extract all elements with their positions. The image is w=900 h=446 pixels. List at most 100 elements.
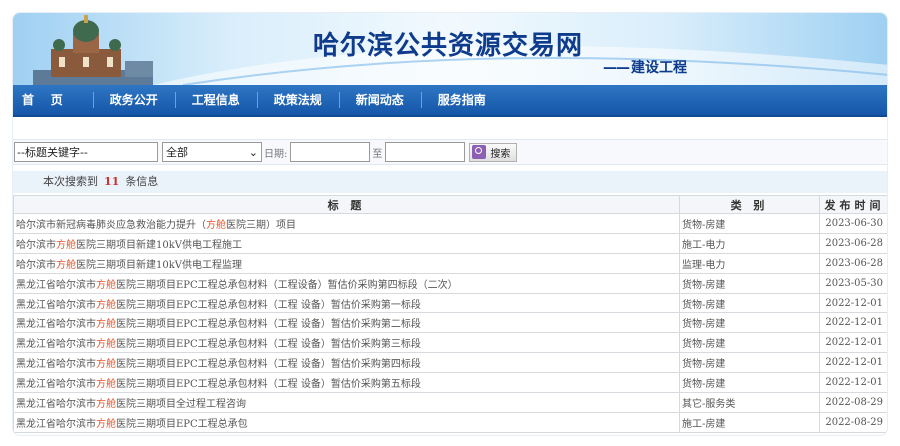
row-title-highlight: 方舱 (96, 398, 116, 410)
row-title-post: 医院三期项目新建10kV供电工程施工 (76, 239, 243, 251)
row-date: 2022-12-01 (819, 372, 887, 394)
category-select-value: 全部 (166, 146, 188, 159)
row-title-highlight: 方舱 (96, 319, 116, 331)
table-body: 哈尔滨市新冠病毒肺炎应急救治能力提升（方舱医院三期）项目 货物-房建 2023-06… (13, 213, 887, 433)
result-count-prefix: 本次搜索到 (43, 175, 98, 188)
row-title-pre: 黑龙江省哈尔滨市 (16, 418, 96, 430)
table-row[interactable]: 黑龙江省哈尔滨市方舱医院三期项目EPC工程总承包材料（工程 设备）暂估价采购第五… (13, 372, 887, 394)
row-title-pre: 哈尔滨市新冠病毒肺炎应急救治能力提升（ (16, 219, 206, 231)
row-title-post: 医院三期项目EPC工程总承包材料（工程设备）暂估价采购第四标段（二次） (116, 279, 458, 291)
result-count-number: 11 (104, 175, 120, 188)
row-title-highlight: 方舱 (56, 259, 76, 271)
row-category: 货物-房建 (679, 352, 820, 374)
nav-news[interactable]: 新闻动态 (338, 84, 421, 116)
row-date: 2022-12-01 (819, 292, 887, 314)
table-row[interactable]: 黑龙江省哈尔滨市方舱医院三期项目全过程工程咨询 其它-服务类 2022-08-29 (13, 392, 887, 413)
row-title-highlight: 方舱 (96, 359, 116, 371)
date-from-input[interactable] (290, 142, 371, 162)
table-row[interactable]: 哈尔滨市新冠病毒肺炎应急救治能力提升（方舱医院三期）项目 货物-房建 2023-06… (13, 213, 887, 234)
main-nav: 首 页 政务公开 工程信息 政策法规 新闻动态 服务指南 (13, 85, 887, 117)
row-title-link[interactable]: 哈尔滨市新冠病毒肺炎应急救治能力提升（方舱医院三期）项目 (13, 213, 680, 234)
row-category: 其它-服务类 (679, 392, 820, 413)
row-title-link[interactable]: 黑龙江省哈尔滨市方舱医院三期项目EPC工程总承包材料（工程设备）暂估价采购第四标… (13, 272, 680, 294)
table-row[interactable]: 黑龙江省哈尔滨市方舱医院三期项目EPC工程总承包材料（工程 设备）暂估价采购第二… (13, 312, 887, 334)
row-date: 2023-05-30 (819, 272, 887, 294)
row-title-post: 医院三期项目EPC工程总承包 (116, 418, 248, 430)
row-date: 2023-06-30 (819, 213, 887, 234)
row-category: 货物-房建 (679, 312, 820, 334)
row-title-post: 医院三期项目EPC工程总承包材料（工程 设备）暂估价采购第一标段 (116, 299, 421, 311)
row-title-post: 医院三期项目EPC工程总承包材料（工程 设备）暂估价采购第三标段 (116, 339, 421, 351)
row-title-link[interactable]: 黑龙江省哈尔滨市方舱医院三期项目EPC工程总承包 (13, 411, 680, 433)
row-category: 货物-房建 (679, 332, 820, 354)
row-title-pre: 哈尔滨市 (16, 239, 56, 251)
nav-government-affairs[interactable]: 政务公开 (92, 84, 175, 116)
header-title: 标 题 (13, 195, 680, 214)
row-date: 2022-08-29 (819, 411, 887, 433)
search-bar: 全部 ⌄ 日期: 至 搜索 (13, 139, 887, 165)
row-title-pre: 黑龙江省哈尔滨市 (16, 398, 96, 410)
row-title-highlight: 方舱 (56, 239, 76, 251)
row-title-link[interactable]: 黑龙江省哈尔滨市方舱医院三期项目全过程工程咨询 (13, 392, 680, 413)
row-title-post: 医院三期项目EPC工程总承包材料（工程 设备）暂估价采购第五标段 (116, 379, 421, 391)
result-count-suffix: 条信息 (125, 175, 159, 188)
row-date: 2023-06-28 (819, 232, 887, 254)
row-category: 货物-房建 (679, 292, 820, 314)
table-row[interactable]: 哈尔滨市方舱医院三期项目新建10kV供电工程监理 监理-电力 2023-06-28 (13, 252, 887, 274)
table-row[interactable]: 黑龙江省哈尔滨市方舱医院三期项目EPC工程总承包材料（工程 设备）暂估价采购第一… (13, 292, 887, 314)
row-title-link[interactable]: 哈尔滨市方舱医院三期项目新建10kV供电工程监理 (13, 252, 680, 274)
nav-policies[interactable]: 政策法规 (256, 84, 339, 116)
search-button[interactable]: 搜索 (469, 142, 518, 162)
table-row[interactable]: 黑龙江省哈尔滨市方舱医院三期项目EPC工程总承包 施工-房建 2022-08-29 (13, 411, 887, 433)
table-row[interactable]: 哈尔滨市方舱医院三期项目新建10kV供电工程施工 施工-电力 2023-06-28 (13, 232, 887, 254)
row-title-highlight: 方舱 (96, 279, 116, 291)
row-title-pre: 黑龙江省哈尔滨市 (16, 319, 96, 331)
row-title-link[interactable]: 哈尔滨市方舱医院三期项目新建10kV供电工程施工 (13, 232, 680, 254)
row-title-post: 医院三期项目EPC工程总承包材料（工程 设备）暂估价采购第四标段 (116, 359, 421, 371)
header-category: 类 别 (679, 195, 820, 214)
subtitle-dash: —— (603, 60, 630, 76)
row-date: 2022-12-01 (819, 352, 887, 374)
row-title-link[interactable]: 黑龙江省哈尔滨市方舱医院三期项目EPC工程总承包材料（工程 设备）暂估价采购第二… (13, 312, 680, 334)
results-table: 标 题 类 别 发布时间 哈尔滨市新冠病毒肺炎应急救治能力提升（方舱医院三期）项… (13, 195, 887, 433)
subtitle-text: 建设工程 (631, 60, 687, 76)
row-title-highlight: 方舱 (96, 379, 116, 391)
header-date: 发布时间 (819, 195, 887, 214)
keyword-input[interactable] (14, 142, 158, 162)
search-icon (472, 145, 487, 159)
row-title-pre: 黑龙江省哈尔滨市 (16, 299, 96, 311)
cathedral-logo (33, 15, 153, 85)
row-title-link[interactable]: 黑龙江省哈尔滨市方舱医院三期项目EPC工程总承包材料（工程 设备）暂估价采购第一… (13, 292, 680, 314)
search-button-label: 搜索 (490, 148, 511, 160)
row-date: 2022-12-01 (819, 312, 887, 334)
row-title-link[interactable]: 黑龙江省哈尔滨市方舱医院三期项目EPC工程总承包材料（工程 设备）暂估价采购第四… (13, 352, 680, 374)
row-title-highlight: 方舱 (206, 219, 226, 231)
row-category: 货物-房建 (679, 213, 820, 234)
row-title-pre: 黑龙江省哈尔滨市 (16, 379, 96, 391)
table-row[interactable]: 黑龙江省哈尔滨市方舱医院三期项目EPC工程总承包材料（工程 设备）暂估价采购第四… (13, 352, 887, 374)
row-title-link[interactable]: 黑龙江省哈尔滨市方舱医院三期项目EPC工程总承包材料（工程 设备）暂估价采购第五… (13, 372, 680, 394)
row-title-pre: 黑龙江省哈尔滨市 (16, 359, 96, 371)
nav-project-info[interactable]: 工程信息 (174, 84, 257, 116)
date-to-input[interactable] (385, 142, 466, 162)
row-category: 监理-电力 (679, 252, 820, 274)
row-date: 2023-06-28 (819, 252, 887, 274)
table-row[interactable]: 黑龙江省哈尔滨市方舱医院三期项目EPC工程总承包材料（工程设备）暂估价采购第四标… (13, 272, 887, 294)
date-to-label: 至 (372, 148, 383, 160)
date-label: 日期: (264, 148, 288, 160)
row-title-pre: 黑龙江省哈尔滨市 (16, 279, 96, 291)
row-title-highlight: 方舱 (96, 299, 116, 311)
table-header-row: 标 题 类 别 发布时间 (13, 195, 887, 214)
nav-home[interactable]: 首 页 (13, 84, 93, 116)
row-title-pre: 黑龙江省哈尔滨市 (16, 339, 96, 351)
row-title-link[interactable]: 黑龙江省哈尔滨市方舱医院三期项目EPC工程总承包材料（工程 设备）暂估价采购第三… (13, 332, 680, 354)
nav-service-guide[interactable]: 服务指南 (420, 84, 503, 116)
row-title-post: 医院三期）项目 (226, 219, 296, 231)
row-title-post: 医院三期项目新建10kV供电工程监理 (76, 259, 243, 271)
row-date: 2022-12-01 (819, 332, 887, 354)
table-row[interactable]: 黑龙江省哈尔滨市方舱医院三期项目EPC工程总承包材料（工程 设备）暂估价采购第三… (13, 332, 887, 354)
row-title-post: 医院三期项目EPC工程总承包材料（工程 设备）暂估价采购第二标段 (116, 319, 421, 331)
row-title-pre: 哈尔滨市 (16, 259, 56, 271)
chevron-down-icon: ⌄ (248, 145, 258, 159)
category-select[interactable]: 全部 ⌄ (162, 142, 262, 162)
